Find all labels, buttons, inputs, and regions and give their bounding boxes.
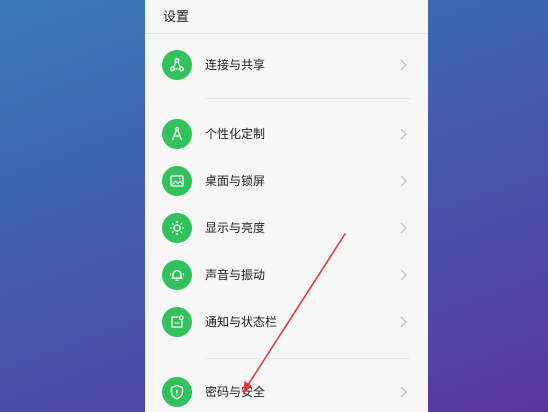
page-title: 设置 <box>163 10 190 25</box>
settings-item-password-security[interactable]: 密码与安全 <box>145 370 428 412</box>
chevron-right-icon <box>400 386 407 398</box>
group-divider <box>205 358 410 359</box>
shield-icon <box>162 377 192 407</box>
settings-item-personalization[interactable]: 个性化定制 <box>145 112 428 156</box>
settings-item-label: 个性化定制 <box>205 127 266 141</box>
settings-item-label: 显示与亮度 <box>205 221 266 235</box>
sun-icon <box>162 213 192 243</box>
group-divider <box>205 98 410 99</box>
settings-item-label: 连接与共享 <box>205 58 266 72</box>
settings-panel: 设置 连接与共享 个性化定制 桌面与锁屏 显示与亮度 声音与振动 通知与状态栏 … <box>145 0 428 412</box>
settings-item-label: 密码与安全 <box>205 385 266 399</box>
bell-icon <box>162 260 192 290</box>
chevron-right-icon <box>400 222 407 234</box>
settings-item-connection-sharing[interactable]: 连接与共享 <box>145 43 428 87</box>
settings-item-desktop-lockscreen[interactable]: 桌面与锁屏 <box>145 159 428 203</box>
settings-item-label: 桌面与锁屏 <box>205 174 266 188</box>
notification-icon <box>162 307 192 337</box>
chevron-right-icon <box>400 269 407 281</box>
settings-item-display-brightness[interactable]: 显示与亮度 <box>145 206 428 250</box>
settings-item-label: 通知与状态栏 <box>205 315 278 329</box>
chevron-right-icon <box>400 316 407 328</box>
settings-item-notification-statusbar[interactable]: 通知与状态栏 <box>145 300 428 344</box>
title-divider <box>145 33 428 34</box>
settings-item-label: 声音与振动 <box>205 268 266 282</box>
chevron-right-icon <box>400 175 407 187</box>
image-icon <box>162 166 192 196</box>
compass-icon <box>162 119 192 149</box>
share-icon <box>162 50 192 80</box>
chevron-right-icon <box>400 128 407 140</box>
chevron-right-icon <box>400 59 407 71</box>
settings-item-sound-vibration[interactable]: 声音与振动 <box>145 253 428 297</box>
